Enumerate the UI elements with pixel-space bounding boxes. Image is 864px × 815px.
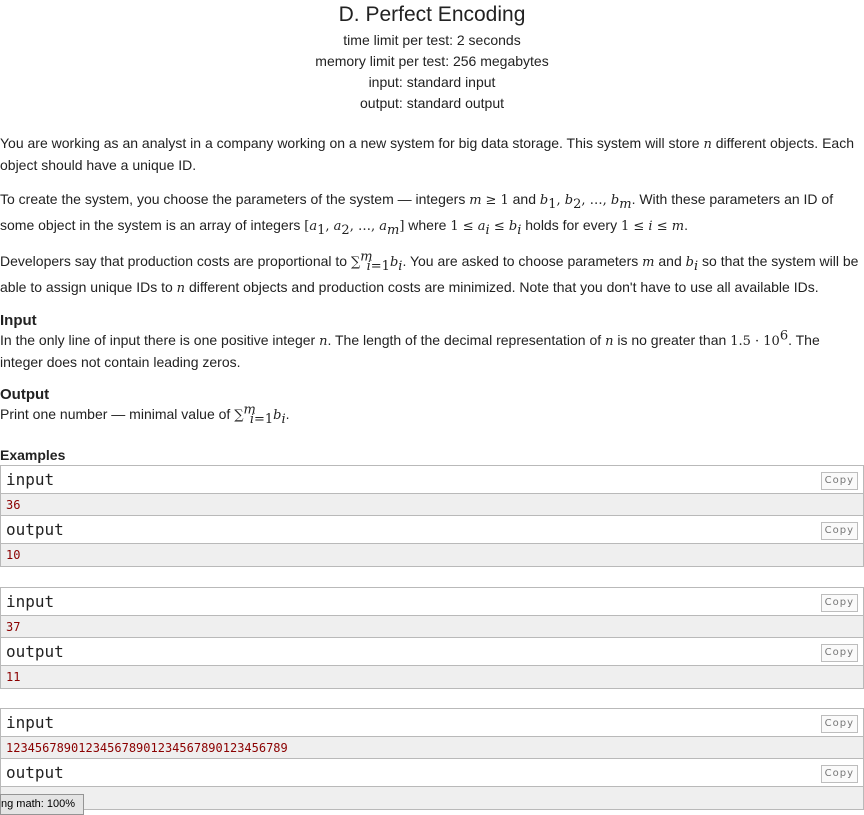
output-file: output: standard output [360, 95, 504, 111]
examples-title: Examples [0, 447, 66, 463]
output-section: Output Print one number — minimal value … [0, 386, 864, 426]
statement-paragraph-3: Developers say that production costs are… [0, 249, 859, 296]
statement-paragraph-2: To create the system, you choose the par… [0, 191, 834, 238]
copy-button[interactable]: Copy [820, 472, 858, 490]
example-3-input: 123456789012345678901234567890123456789 [1, 737, 863, 759]
example-3-output [1, 787, 863, 809]
example-2-input: 37 [1, 616, 863, 638]
problem-title: D. Perfect Encoding [338, 3, 526, 26]
statement-paragraph-1: You are working as an analyst in a compa… [0, 135, 854, 173]
copy-button[interactable]: Copy [820, 765, 858, 783]
example-1-output-header: output Copy [1, 516, 863, 544]
problem-header: D. Perfect Encoding time limit per test:… [0, 2, 864, 114]
copy-button[interactable]: Copy [820, 644, 858, 662]
example-3-input-header: input Copy [1, 709, 863, 737]
memory-limit: memory limit per test: 256 megabytes [315, 53, 549, 69]
mathjax-status: ng math: 100% [0, 794, 84, 815]
example-1-input: 36 [1, 494, 863, 516]
copy-button[interactable]: Copy [820, 522, 858, 540]
example-2-output: 11 [1, 666, 863, 688]
copy-button[interactable]: Copy [820, 594, 858, 612]
output-section-title: Output [0, 386, 50, 403]
example-2-output-header: output Copy [1, 638, 863, 666]
example-2: input Copy 37 output Copy 11 [0, 587, 864, 689]
example-1-input-header: input Copy [1, 466, 863, 494]
example-3-output-header: output Copy [1, 759, 863, 787]
example-1: input Copy 36 output Copy 10 [0, 465, 864, 567]
copy-button[interactable]: Copy [820, 715, 858, 733]
example-3: input Copy 12345678901234567890123456789… [0, 708, 864, 810]
example-2-input-header: input Copy [1, 588, 863, 616]
time-limit: time limit per test: 2 seconds [343, 32, 521, 48]
input-file: input: standard input [368, 74, 496, 90]
example-1-output: 10 [1, 544, 863, 566]
input-section-title: Input [0, 312, 37, 329]
input-section: Input In the only line of input there is… [0, 312, 864, 373]
